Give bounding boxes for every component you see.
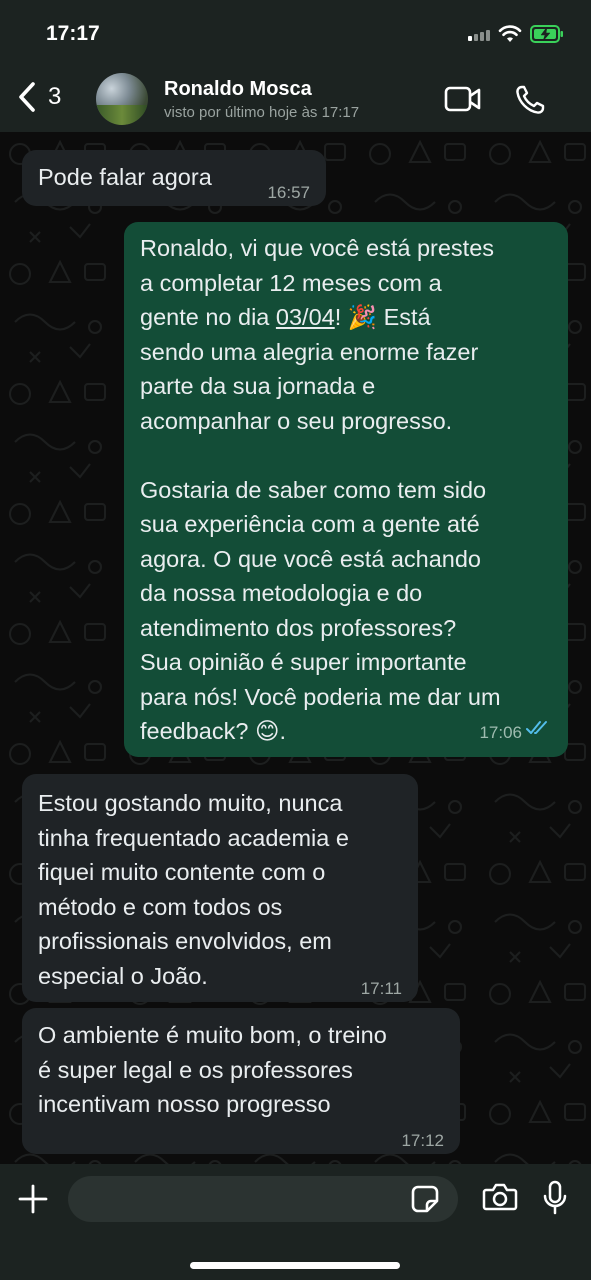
plus-icon[interactable] xyxy=(18,1184,48,1214)
status-time: 17:17 xyxy=(46,22,100,45)
message-text: Estou gostando muito, nunca tinha freque… xyxy=(38,790,349,989)
message-text-part: ! 🎉 Está sendo uma alegria enorme fazer … xyxy=(140,304,501,744)
message-time: 17:11 xyxy=(360,979,402,998)
message-text: Ronaldo, vi que você está prestes a comp… xyxy=(140,235,501,744)
avatar[interactable] xyxy=(96,73,148,125)
message-text: O ambiente é muito bom, o treino é super… xyxy=(38,1022,387,1117)
home-indicator[interactable] xyxy=(190,1262,400,1269)
contact-name[interactable]: Ronaldo Mosca xyxy=(164,78,312,101)
message-text: Pode falar agora xyxy=(38,164,212,190)
unread-count: 3 xyxy=(48,83,62,110)
double-check-read-icon xyxy=(526,721,547,734)
sticker-icon[interactable] xyxy=(410,1184,440,1214)
back-button[interactable]: 3 xyxy=(16,80,61,114)
phone-icon[interactable] xyxy=(514,84,546,116)
wifi-icon xyxy=(498,25,522,42)
signal-icon xyxy=(468,30,490,41)
status-bar: 17:17 xyxy=(0,0,591,66)
video-call-icon[interactable] xyxy=(444,86,482,112)
date-link[interactable]: 03/04 xyxy=(276,304,335,330)
message-input[interactable] xyxy=(68,1176,458,1222)
message-input-wrapper xyxy=(68,1176,458,1222)
battery-charging-icon xyxy=(530,25,563,43)
message-time: 17:06 xyxy=(479,723,522,742)
camera-icon[interactable] xyxy=(482,1182,518,1212)
message-bubble-incoming[interactable]: Estou gostando muito, nunca tinha freque… xyxy=(22,774,418,1002)
message-composer xyxy=(0,1164,591,1280)
message-time: 16:57 xyxy=(267,183,310,202)
message-time: 17:12 xyxy=(401,1131,444,1150)
back-chevron-icon xyxy=(19,82,35,112)
chat-area[interactable]: Pode falar agora 16:57 Ronaldo, vi que v… xyxy=(0,132,591,1164)
message-bubble-incoming[interactable]: O ambiente é muito bom, o treino é super… xyxy=(22,1008,460,1154)
last-seen-status: visto por último hoje às 17:17 xyxy=(164,104,360,121)
chat-header: 3 Ronaldo Mosca visto por último hoje às… xyxy=(0,66,591,132)
message-bubble-incoming[interactable]: Pode falar agora 16:57 xyxy=(22,150,326,206)
microphone-icon[interactable] xyxy=(542,1180,568,1216)
message-bubble-outgoing[interactable]: Ronaldo, vi que você está prestes a comp… xyxy=(124,222,568,757)
